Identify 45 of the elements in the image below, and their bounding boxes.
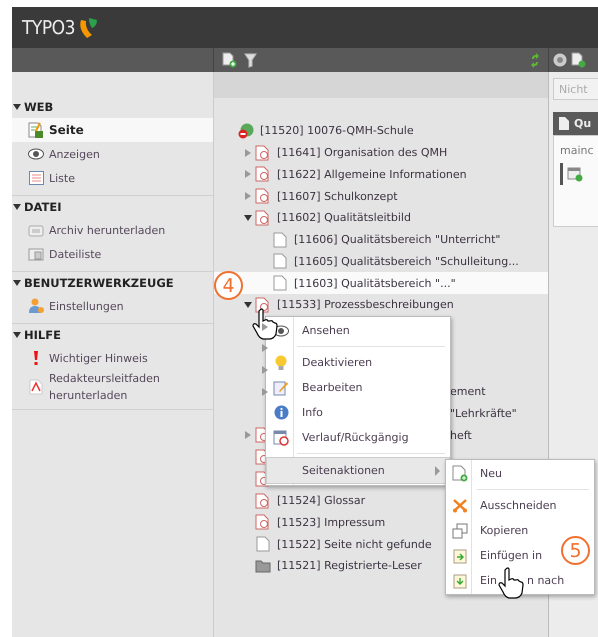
section-title: WEB xyxy=(24,100,54,114)
tree-item-label[interactable]: [11607] Schulkonzept xyxy=(277,190,398,203)
menu-item[interactable]: Archiv herunterladen xyxy=(12,218,213,242)
menu-item[interactable]: Redakteursleitfaden herunterladen xyxy=(12,370,213,404)
tree-item-label[interactable]: [11622] Allgemeine Informationen xyxy=(277,168,467,181)
menu-item-text: n nach xyxy=(526,574,564,587)
menu-item[interactable]: Einstellungen xyxy=(12,294,213,318)
section-title: DATEI xyxy=(24,200,62,214)
menu-item[interactable]: Info xyxy=(267,400,449,425)
tree-item-label[interactable]: [11523] Impressum xyxy=(277,516,386,529)
section-header[interactable]: BENUTZERWERKZEUGE xyxy=(12,272,213,294)
menu-item[interactable]: Seitenaktionen xyxy=(266,457,450,484)
section-title: BENUTZERWERKZEUGE xyxy=(24,276,174,290)
tree-item-label[interactable]: [11522] Seite nicht gefunde xyxy=(277,538,432,551)
tree-item-label[interactable]: [11521] Registrierte-Leser xyxy=(277,559,422,572)
menu-item[interactable]: Deaktivieren xyxy=(267,350,449,375)
menu-item[interactable]: Kopieren xyxy=(447,518,559,543)
tree-item-label[interactable]: heft xyxy=(450,428,472,442)
section-title: HILFE xyxy=(24,328,61,342)
tree-item-label[interactable]: [11520] 10076-QMH-Schule xyxy=(260,124,414,138)
tree-item-label[interactable]: "Lehrkräfte" xyxy=(450,407,517,420)
menu-item[interactable]: Seite xyxy=(12,118,213,142)
menu-item[interactable]: Neu xyxy=(447,461,559,486)
menu-item[interactable]: Dateiliste xyxy=(12,242,213,266)
tree-item-label[interactable]: [11605] Qualitätsbereich "Schulleitung... xyxy=(294,254,519,268)
menu-item[interactable]: Ausschneiden xyxy=(447,493,559,518)
menu-item[interactable]: Anzeigen xyxy=(12,142,213,166)
tree-item-label[interactable]: ement xyxy=(450,385,486,398)
tree-item-label[interactable]: [11524] Glossar xyxy=(277,494,366,508)
section-header[interactable]: HILFE xyxy=(12,324,213,346)
menu-item[interactable]: Einfügen in xyxy=(447,543,559,568)
tree-item-label[interactable]: [11606] Qualitätsbereich "Unterricht" xyxy=(294,233,500,246)
tree-item-label[interactable]: [11603] Qualitätsbereich "..." xyxy=(294,276,456,290)
panel-title: Qu xyxy=(574,117,592,130)
menu-item[interactable]: Liste xyxy=(12,166,213,190)
column-label: mainc xyxy=(560,144,595,157)
section-header[interactable]: WEB xyxy=(12,96,213,118)
logo-text: TYPO3 xyxy=(22,16,76,38)
tree-item-label[interactable]: [11641] Organisation des QMH xyxy=(277,146,448,160)
tree-item-label[interactable]: [11602] Qualitätsleitbild xyxy=(277,211,411,224)
section-header[interactable]: DATEI xyxy=(12,196,213,218)
menu-item[interactable]: Wichtiger Hinweis xyxy=(12,346,213,370)
menu-item[interactable]: Bearbeiten xyxy=(267,375,449,400)
tree-item-label[interactable]: [11533] Prozessbeschreibungen xyxy=(277,298,454,312)
menu-item[interactable]: Verlauf/Rückgängig xyxy=(267,425,449,450)
